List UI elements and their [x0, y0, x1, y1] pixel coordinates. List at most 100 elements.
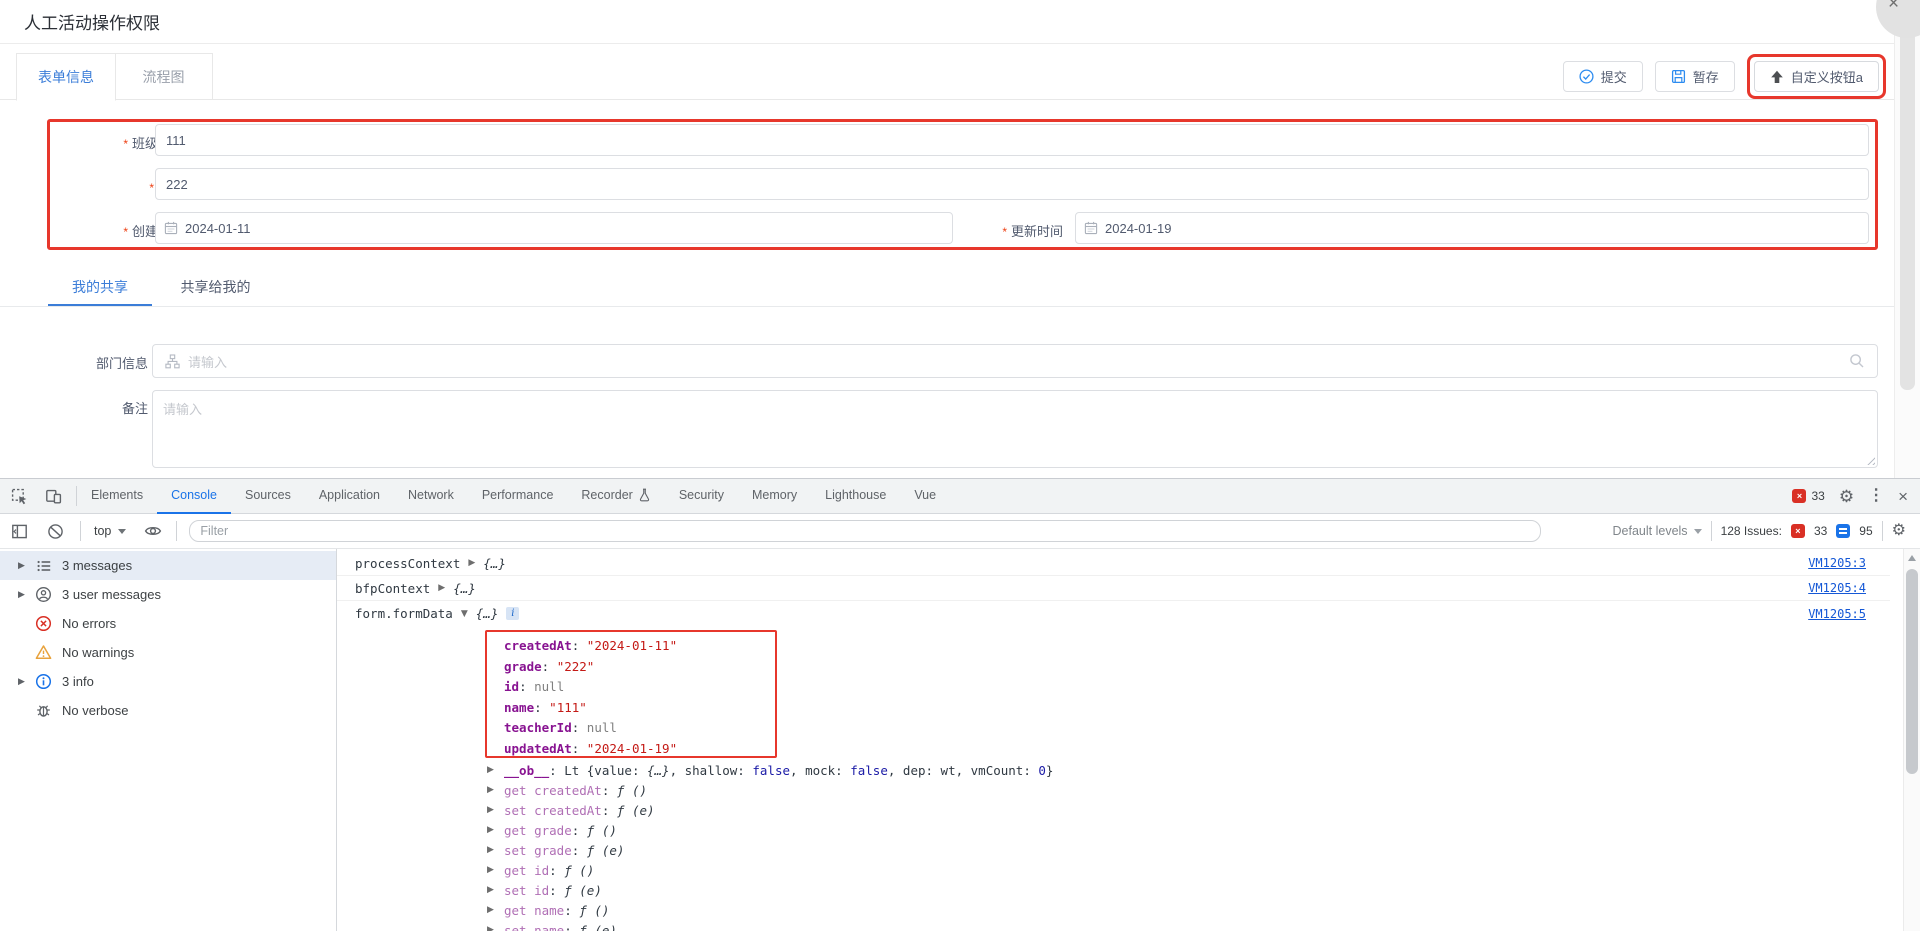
log-levels-selector[interactable]: Default levels: [1613, 524, 1702, 538]
source-link[interactable]: VM1205:3: [1808, 556, 1866, 570]
expand-caret-icon[interactable]: ▶: [438, 583, 445, 593]
devtools-tab-recorder[interactable]: Recorder: [567, 479, 664, 514]
tab-shared-to-me[interactable]: 共享给我的: [156, 264, 274, 306]
devtools-tab-elements[interactable]: Elements: [77, 479, 157, 514]
console-scrollbar[interactable]: [1903, 549, 1920, 931]
context-selector[interactable]: top: [94, 524, 126, 538]
property-separator: :: [519, 679, 534, 694]
devtools-menu-icon[interactable]: ⋮: [1868, 488, 1884, 504]
devtools-settings-icon[interactable]: ⚙: [1839, 488, 1854, 505]
devtools-tab-vue[interactable]: Vue: [900, 479, 950, 514]
sidebar-item-label: 3 info: [62, 674, 94, 689]
source-link[interactable]: VM1205:4: [1808, 581, 1866, 595]
page-scrollbar-thumb[interactable]: [1900, 8, 1915, 390]
save-draft-button[interactable]: 暂存: [1655, 61, 1735, 92]
console-row: bfpContext▶{…}VM1205:4: [337, 576, 1890, 601]
submit-button[interactable]: 提交: [1563, 61, 1643, 92]
search-icon[interactable]: [1849, 353, 1865, 369]
clear-console-icon[interactable]: [46, 522, 64, 540]
accessor-line[interactable]: ▶get name: ƒ (): [487, 900, 609, 920]
expand-caret-icon[interactable]: ▶: [15, 560, 28, 571]
error-badge-icon: ×: [1792, 489, 1806, 503]
accessor-line[interactable]: ▶get createdAt: ƒ (): [487, 780, 647, 800]
sidebar-item-3-messages[interactable]: ▶3 messages: [0, 551, 336, 580]
sidebar-item-3-user-messages[interactable]: ▶ 3 user messages: [0, 580, 336, 609]
sidebar-item-no-warnings[interactable]: No warnings: [0, 638, 336, 667]
source-link[interactable]: VM1205:5: [1808, 607, 1866, 621]
expand-caret-icon[interactable]: ▶: [487, 845, 497, 855]
remark-textarea[interactable]: 请输入: [152, 390, 1878, 468]
devtools-tab-label: Network: [408, 488, 454, 502]
expand-caret-icon[interactable]: ▶: [487, 825, 497, 835]
object-property[interactable]: updatedAt: "2024-01-19": [504, 739, 775, 760]
console-settings-icon[interactable]: ⚙: [1892, 523, 1906, 539]
devtools-tab-performance[interactable]: Performance: [468, 479, 568, 514]
expand-caret-icon[interactable]: ▶: [487, 765, 497, 775]
chevron-down-icon: [118, 529, 126, 534]
console-scrollbar-thumb[interactable]: [1906, 569, 1918, 774]
property-separator: :: [572, 638, 587, 653]
created-at-datepicker[interactable]: 2024-01-11: [155, 212, 953, 244]
devtools-tab-security[interactable]: Security: [665, 479, 738, 514]
scroll-up-icon[interactable]: [1908, 555, 1916, 561]
tab-form-info[interactable]: 表单信息: [16, 53, 116, 101]
object-preview[interactable]: {…}: [476, 606, 499, 621]
devtools-tab-memory[interactable]: Memory: [738, 479, 811, 514]
page-close-button[interactable]: ×: [1876, 0, 1920, 38]
devtools-tab-application[interactable]: Application: [305, 479, 394, 514]
expand-caret-icon[interactable]: ▶: [487, 805, 497, 815]
class-name-input[interactable]: [155, 124, 1869, 156]
sidebar-item-3-info[interactable]: ▶ 3 info: [0, 667, 336, 696]
object-preview[interactable]: {…}: [483, 556, 506, 571]
property-value: "2024-01-19": [587, 741, 677, 756]
tab-my-shares[interactable]: 我的共享: [48, 264, 152, 306]
updated-at-datepicker[interactable]: 2024-01-19: [1075, 212, 1869, 244]
sidebar-item-label: 3 user messages: [62, 587, 161, 602]
expand-caret-icon[interactable]: ▶: [487, 865, 497, 875]
accessor-line[interactable]: ▶set grade: ƒ (e): [487, 840, 624, 860]
expand-caret-icon[interactable]: ▶: [487, 905, 497, 915]
expand-caret-icon[interactable]: ▶: [15, 589, 28, 600]
expand-caret-icon[interactable]: ▶: [487, 785, 497, 795]
sidebar-item-no-verbose[interactable]: No verbose: [0, 696, 336, 725]
custom-button-a[interactable]: 自定义按钮a: [1754, 61, 1879, 92]
issues-label[interactable]: 128 Issues:: [1721, 524, 1782, 538]
value-info-icon[interactable]: i: [506, 607, 519, 620]
object-property[interactable]: grade: "222": [504, 657, 775, 678]
devtools-tab-console[interactable]: Console: [157, 479, 231, 514]
expand-caret-icon[interactable]: ▶: [15, 676, 28, 687]
devtools-tab-lighthouse[interactable]: Lighthouse: [811, 479, 900, 514]
device-toolbar-icon[interactable]: [44, 487, 62, 505]
object-property[interactable]: teacherId: null: [504, 718, 775, 739]
devtools-close-icon[interactable]: ×: [1898, 488, 1908, 505]
live-expression-eye-icon[interactable]: [144, 522, 162, 540]
expand-caret-icon[interactable]: ▶: [487, 925, 497, 931]
devtools-tab-label: Console: [171, 488, 217, 502]
calendar-icon: [164, 221, 178, 235]
accessor-line[interactable]: ▶set name: ƒ (e): [487, 920, 617, 931]
collapse-caret-icon[interactable]: ▼: [461, 609, 468, 619]
tab-flowchart[interactable]: 流程图: [115, 53, 213, 100]
accessor-line[interactable]: ▶set createdAt: ƒ (e): [487, 800, 655, 820]
object-property[interactable]: id: null: [504, 677, 775, 698]
expand-caret-icon[interactable]: ▶: [468, 558, 475, 568]
console-sidebar-toggle-icon[interactable]: [10, 522, 28, 540]
object-property[interactable]: name: "111": [504, 698, 775, 719]
accessor-line[interactable]: ▶get grade: ƒ (): [487, 820, 617, 840]
page-scrollbar[interactable]: [1894, 0, 1920, 478]
accessor-line[interactable]: ▶get id: ƒ (): [487, 860, 594, 880]
ob-property-line[interactable]: ▶__ob__: Lt {value: {…}, shallow: false,…: [487, 760, 1053, 780]
devtools-tab-network[interactable]: Network: [394, 479, 468, 514]
accessor-name: set id: [504, 883, 549, 898]
dept-input[interactable]: 请输入: [152, 344, 1878, 378]
devtools-tab-sources[interactable]: Sources: [231, 479, 305, 514]
accessor-line[interactable]: ▶set id: ƒ (e): [487, 880, 602, 900]
expand-caret-icon[interactable]: ▶: [487, 885, 497, 895]
sidebar-item-no-errors[interactable]: No errors: [0, 609, 336, 638]
devtools-error-indicator[interactable]: × 33: [1792, 489, 1824, 503]
object-property[interactable]: createdAt: "2024-01-11": [504, 636, 775, 657]
console-filter-input[interactable]: [189, 520, 1541, 542]
inspect-element-icon[interactable]: [10, 487, 28, 505]
grade-input[interactable]: [155, 168, 1869, 200]
object-preview[interactable]: {…}: [453, 581, 476, 596]
